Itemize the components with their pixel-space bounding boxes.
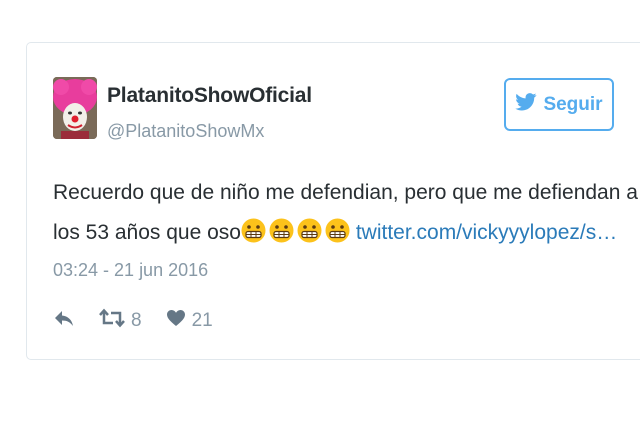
grimacing-face-icon (297, 217, 322, 243)
avatar[interactable] (53, 77, 97, 139)
follow-button-label: Seguir (543, 93, 603, 115)
grimacing-face-icon (269, 217, 294, 243)
like-button[interactable]: 21 (166, 309, 213, 333)
like-count: 21 (191, 310, 213, 331)
retweet-count: 8 (131, 310, 142, 331)
display-name[interactable]: PlatanitoShowOficial (107, 84, 312, 108)
emoji-group (241, 217, 350, 243)
retweet-icon (99, 308, 125, 334)
twitter-bird-icon (515, 92, 537, 117)
tweet-text: Recuerdo que de niño me defendian, pero … (53, 173, 638, 253)
tweet-link[interactable]: twitter.com/vickyyylopez/s… (356, 221, 617, 244)
reply-icon (53, 309, 75, 333)
heart-icon (166, 309, 186, 333)
tweet-card: PlatanitoShowOficial @PlatanitoShowMx Se… (26, 42, 640, 360)
tweet-timestamp[interactable]: 03:24 - 21 jun 2016 (53, 260, 208, 281)
reply-button[interactable] (53, 309, 75, 333)
grimacing-face-icon (241, 217, 266, 243)
retweet-button[interactable]: 8 (99, 308, 142, 334)
grimacing-face-icon (325, 217, 350, 243)
follow-button[interactable]: Seguir (504, 78, 614, 131)
user-handle[interactable]: @PlatanitoShowMx (107, 121, 264, 142)
tweet-actions: 8 21 (53, 308, 213, 334)
